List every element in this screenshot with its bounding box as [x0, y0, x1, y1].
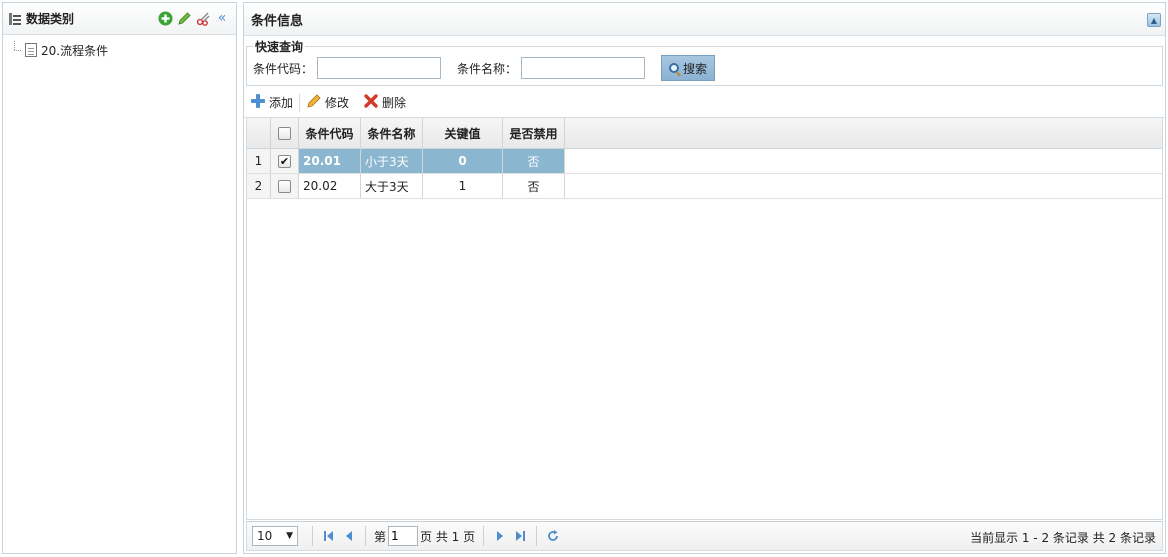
- header-filler: [565, 118, 1162, 148]
- page-size-select[interactable]: 10 ▼: [252, 526, 298, 546]
- delete-button-label: 删除: [382, 96, 407, 110]
- search-button-label: 搜索: [683, 61, 708, 76]
- toolbar-divider: [299, 93, 301, 112]
- rownum-header: [247, 118, 271, 148]
- tree-node-flow-condition[interactable]: 20.流程条件: [11, 41, 228, 59]
- pencil-icon: [306, 93, 322, 112]
- select-all-checkbox[interactable]: [278, 126, 291, 140]
- refresh-icon[interactable]: [543, 526, 563, 546]
- cell-disabled: 否: [503, 149, 565, 173]
- category-toolbar: «: [157, 10, 230, 26]
- column-header-name[interactable]: 条件名称: [361, 118, 423, 148]
- collapse-left-icon[interactable]: «: [214, 10, 230, 26]
- category-panel-header: 数据类别 «: [3, 3, 236, 35]
- category-tree: 20.流程条件: [3, 35, 236, 65]
- edit-button-label: 修改: [325, 96, 350, 110]
- page-prefix: 第: [374, 529, 387, 544]
- quick-search-legend: 快速查询: [255, 40, 304, 54]
- code-input[interactable]: [317, 57, 442, 79]
- add-button-label: 添加: [269, 96, 294, 110]
- tree-node-label: 20.流程条件: [41, 43, 109, 58]
- current-page-input[interactable]: [388, 526, 419, 546]
- select-all-cell[interactable]: [271, 118, 299, 148]
- pagination-bar: 10 ▼ 第 页 共 1 页 当前显示 1 - 2 条记录 共 2 条记录: [246, 521, 1163, 551]
- row-checkbox[interactable]: [278, 179, 291, 193]
- condition-panel-title: 条件信息: [251, 13, 304, 29]
- row-number: 1: [247, 149, 271, 173]
- cell-name: 小于3天: [361, 149, 423, 173]
- last-page-icon[interactable]: [510, 526, 530, 546]
- cell-key: 0: [423, 149, 503, 173]
- search-button[interactable]: 搜索: [661, 55, 716, 81]
- tree-list-icon: [8, 12, 22, 26]
- collapse-up-icon[interactable]: ▲: [1147, 13, 1161, 27]
- cut-icon[interactable]: [195, 10, 211, 26]
- add-button[interactable]: 添加: [250, 93, 293, 112]
- pager-divider: [536, 526, 538, 546]
- edit-icon[interactable]: [176, 10, 192, 26]
- column-header-disabled[interactable]: 是否禁用: [503, 118, 565, 148]
- cell-name: 大于3天: [361, 174, 423, 198]
- row-number: 2: [247, 174, 271, 198]
- column-header-code[interactable]: 条件代码: [299, 118, 361, 148]
- add-icon[interactable]: [157, 10, 173, 26]
- condition-panel: 条件信息 ▲ 快速查询 条件代码： 条件名称： 搜索 添加 修改 删除 条件代码…: [243, 2, 1166, 554]
- condition-grid: 条件代码 条件名称 关键值 是否禁用 1 ✔ 20.01 小于3天 0 否 2 …: [246, 117, 1163, 520]
- table-row[interactable]: 1 ✔ 20.01 小于3天 0 否: [247, 149, 1162, 174]
- quick-search-box: 快速查询 条件代码： 条件名称： 搜索: [246, 38, 1163, 86]
- grid-toolbar: 添加 修改 删除: [244, 88, 1165, 118]
- delete-button[interactable]: 删除: [363, 93, 406, 112]
- delete-x-icon: [363, 93, 379, 112]
- column-header-key[interactable]: 关键值: [423, 118, 503, 148]
- row-check-cell[interactable]: ✔: [271, 149, 299, 173]
- quick-search-row: 条件代码： 条件名称： 搜索: [253, 55, 1156, 81]
- cell-code: 20.01: [299, 149, 361, 173]
- tree-connector: [11, 41, 21, 59]
- search-icon: [669, 63, 680, 73]
- table-row[interactable]: 2 20.02 大于3天 1 否: [247, 174, 1162, 199]
- first-page-icon[interactable]: [319, 526, 339, 546]
- code-label: 条件代码：: [253, 61, 314, 76]
- cell-key: 1: [423, 174, 503, 198]
- page-suffix: 页 共 1 页: [420, 529, 476, 544]
- record-info: 当前显示 1 - 2 条记录 共 2 条记录: [970, 531, 1156, 545]
- dropdown-arrow-icon: ▼: [286, 531, 293, 541]
- next-page-icon[interactable]: [490, 526, 510, 546]
- document-icon: [25, 43, 37, 57]
- row-checkbox-checked[interactable]: ✔: [278, 154, 291, 168]
- category-panel-title: 数据类别: [26, 12, 75, 26]
- grid-header: 条件代码 条件名称 关键值 是否禁用: [247, 118, 1162, 149]
- category-panel: 数据类别 « 20.流程条件: [2, 2, 237, 554]
- condition-panel-header: 条件信息 ▲: [244, 3, 1165, 36]
- pager-divider: [312, 526, 313, 546]
- pager-divider: [483, 526, 485, 546]
- pager-divider: [365, 526, 366, 546]
- name-input[interactable]: [521, 57, 646, 79]
- prev-page-icon[interactable]: [339, 526, 359, 546]
- cell-disabled: 否: [503, 174, 565, 198]
- row-check-cell[interactable]: [271, 174, 299, 198]
- name-label: 条件名称：: [457, 61, 518, 76]
- cell-code: 20.02: [299, 174, 361, 198]
- plus-icon: [250, 93, 266, 112]
- page-size-value: 10: [257, 529, 273, 543]
- edit-button[interactable]: 修改: [306, 93, 349, 112]
